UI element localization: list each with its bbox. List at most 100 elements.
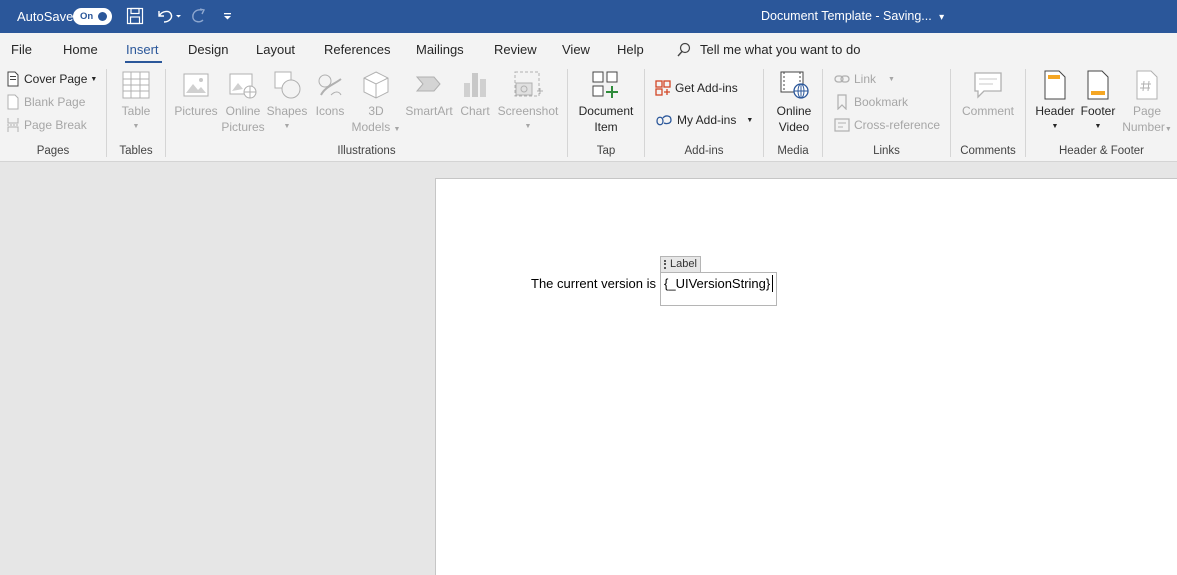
redo-button[interactable] bbox=[188, 6, 210, 26]
footer-label: Footer bbox=[1080, 104, 1116, 118]
header-icon bbox=[1044, 70, 1066, 100]
group-label-comments: Comments bbox=[960, 145, 1016, 157]
tab-view[interactable]: View bbox=[562, 42, 590, 57]
tab-review[interactable]: Review bbox=[494, 42, 537, 57]
link-caret-icon: ▼ bbox=[888, 75, 895, 83]
online-pictures-button[interactable]: Online Pictures bbox=[219, 69, 267, 135]
group-label-tap: Tap bbox=[596, 145, 616, 157]
toggle-knob bbox=[98, 12, 107, 21]
shapes-label: Shapes bbox=[266, 104, 308, 118]
customize-toolbar-button[interactable] bbox=[222, 6, 234, 26]
table-button[interactable]: Table ▼ bbox=[114, 69, 158, 135]
group-separator bbox=[950, 69, 951, 157]
content-control-tag[interactable]: Label bbox=[660, 256, 701, 273]
group-separator bbox=[106, 69, 107, 157]
group-separator bbox=[1025, 69, 1026, 157]
page-number-caret-icon: ▼ bbox=[1164, 126, 1172, 133]
blank-page-label: Blank Page bbox=[24, 95, 86, 109]
header-button[interactable]: Header ▼ bbox=[1033, 69, 1077, 135]
screenshot-icon bbox=[514, 71, 543, 97]
tab-mailings[interactable]: Mailings bbox=[416, 42, 464, 57]
page-number-label-2-text: Number bbox=[1122, 120, 1165, 134]
autosave-toggle-state: On bbox=[80, 11, 94, 22]
store-icon bbox=[655, 80, 671, 96]
customize-caret-icon bbox=[224, 13, 231, 20]
document-page[interactable] bbox=[435, 178, 1177, 575]
online-video-label-2: Video bbox=[778, 120, 810, 134]
blank-page-icon bbox=[7, 94, 19, 110]
pictures-button[interactable]: Pictures bbox=[172, 69, 220, 119]
comment-icon bbox=[974, 72, 1002, 99]
3d-models-label-1: 3D bbox=[368, 104, 384, 118]
comment-button[interactable]: Comment bbox=[958, 69, 1018, 119]
3d-models-button[interactable]: 3D Models ▼ bbox=[350, 69, 402, 138]
cross-reference-button[interactable]: Cross-reference bbox=[834, 116, 940, 134]
bookmark-button[interactable]: Bookmark bbox=[834, 93, 908, 111]
pictures-icon bbox=[183, 73, 209, 97]
smartart-label: SmartArt bbox=[405, 104, 453, 118]
cube-icon bbox=[363, 71, 389, 99]
blank-page-button[interactable]: Blank Page bbox=[6, 93, 85, 111]
my-addins-caret-icon: ▼ bbox=[746, 116, 754, 124]
page-break-button[interactable]: Page Break bbox=[6, 116, 87, 134]
3d-models-label-2-text: Models bbox=[351, 120, 391, 134]
save-button[interactable] bbox=[125, 6, 145, 26]
cover-page-label: Cover Page bbox=[24, 72, 88, 86]
online-pictures-label-1: Online bbox=[225, 104, 261, 118]
group-label-addins: Add-ins bbox=[684, 145, 724, 157]
tab-home[interactable]: Home bbox=[63, 42, 98, 57]
tab-help[interactable]: Help bbox=[617, 42, 644, 57]
autosave-label: AutoSave bbox=[17, 9, 74, 24]
footer-caret-icon: ▼ bbox=[1094, 123, 1102, 130]
chart-button[interactable]: Chart bbox=[456, 69, 494, 119]
icons-button[interactable]: Icons bbox=[309, 69, 351, 119]
document-title[interactable]: Document Template - Saving... ▾ bbox=[761, 9, 944, 23]
get-addins-button[interactable]: Get Add-ins bbox=[655, 79, 738, 97]
group-label-illustrations: Illustrations bbox=[337, 145, 396, 157]
page-number-button[interactable]: Page Number▼ bbox=[1119, 69, 1175, 138]
title-bar: AutoSave On Document Template - Saving..… bbox=[0, 0, 1177, 33]
page-break-label: Page Break bbox=[24, 118, 87, 132]
document-item-icon bbox=[592, 71, 618, 98]
online-video-icon bbox=[780, 71, 809, 99]
page-number-icon bbox=[1136, 70, 1158, 100]
autosave-toggle[interactable]: On bbox=[73, 8, 112, 25]
my-addins-label: My Add-ins bbox=[677, 113, 737, 127]
online-video-button[interactable]: Online Video bbox=[771, 69, 817, 135]
tab-file[interactable]: File bbox=[11, 42, 32, 57]
tab-layout[interactable]: Layout bbox=[256, 42, 295, 57]
document-item-button[interactable]: Document Item bbox=[574, 69, 638, 135]
online-video-label-1: Online bbox=[776, 104, 812, 118]
screenshot-button[interactable]: Screenshot ▼ bbox=[497, 69, 559, 135]
header-caret-icon: ▼ bbox=[1051, 123, 1059, 130]
content-control-value[interactable]: {_UIVersionString} bbox=[664, 276, 770, 291]
table-label: Table bbox=[121, 104, 151, 118]
footer-button[interactable]: Footer ▼ bbox=[1077, 69, 1119, 135]
pictures-label: Pictures bbox=[174, 104, 218, 118]
document-body-text[interactable]: The current version is bbox=[531, 276, 656, 291]
smartart-button[interactable]: SmartArt bbox=[403, 69, 455, 119]
tab-insert[interactable]: Insert bbox=[126, 42, 159, 57]
tab-design[interactable]: Design bbox=[188, 42, 228, 57]
table-icon bbox=[122, 71, 150, 99]
shapes-button[interactable]: Shapes ▼ bbox=[265, 69, 309, 135]
document-title-text: Document Template - Saving... bbox=[761, 9, 932, 23]
my-addins-icon bbox=[656, 115, 672, 126]
icons-icon bbox=[318, 74, 342, 96]
chart-icon bbox=[464, 73, 486, 97]
link-button[interactable]: Link ▼ bbox=[834, 70, 895, 88]
undo-icon bbox=[158, 10, 181, 23]
group-label-links: Links bbox=[873, 145, 900, 157]
redo-icon bbox=[192, 8, 206, 23]
cover-page-button[interactable]: Cover Page ▼ bbox=[6, 70, 97, 88]
page-break-icon bbox=[7, 118, 19, 132]
cross-reference-label: Cross-reference bbox=[854, 118, 941, 132]
undo-button[interactable] bbox=[155, 6, 183, 26]
bookmark-label: Bookmark bbox=[854, 95, 909, 109]
group-label-pages: Pages bbox=[36, 145, 70, 157]
tab-references[interactable]: References bbox=[324, 42, 390, 57]
my-addins-button[interactable]: My Add-ins ▼ bbox=[655, 111, 753, 129]
comment-label: Comment bbox=[961, 104, 1014, 118]
cover-page-caret-icon: ▼ bbox=[90, 75, 98, 83]
document-item-label-2: Item bbox=[594, 120, 618, 134]
